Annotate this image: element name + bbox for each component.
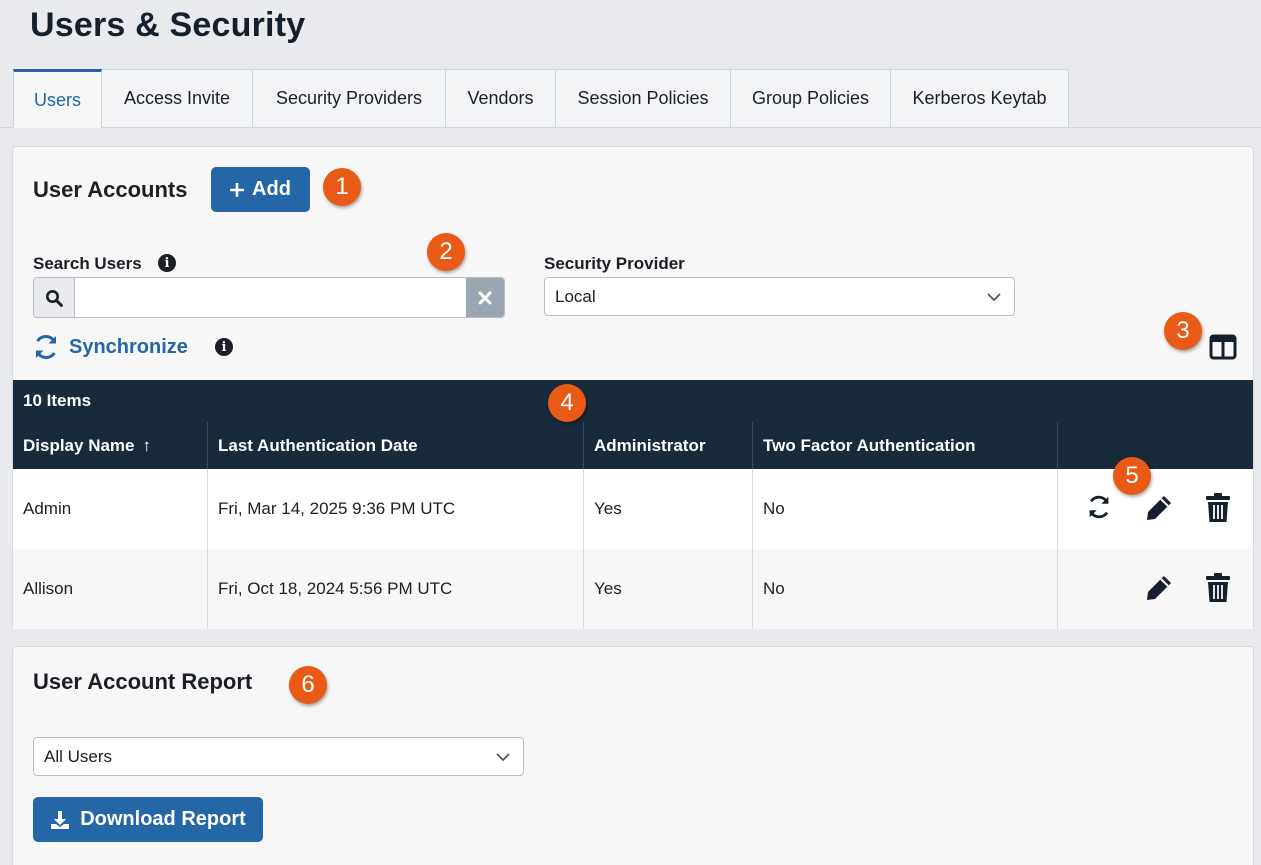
tab-session-policies[interactable]: Session Policies	[556, 69, 731, 127]
user-accounts-panel: User Accounts Add 1 Search Users i 2 Sec…	[12, 146, 1254, 629]
user-account-report-panel: User Account Report 6 All Users Download…	[12, 646, 1254, 865]
security-provider-value: Local	[555, 286, 596, 306]
plus-icon	[230, 182, 245, 197]
cell-display-name: Admin	[13, 469, 208, 549]
tab-security-providers[interactable]: Security Providers	[253, 69, 446, 127]
download-report-label: Download Report	[80, 808, 246, 830]
add-button-label: Add	[252, 178, 291, 200]
security-provider-label: Security Provider	[544, 254, 685, 273]
synchronize-link[interactable]: Synchronize	[31, 331, 188, 363]
search-users-input[interactable]	[75, 278, 465, 317]
column-header-actions	[1058, 422, 1253, 469]
tab-users[interactable]: Users	[13, 69, 102, 128]
callout-badge-4: 4	[548, 384, 586, 422]
sync-icon[interactable]	[1085, 493, 1113, 521]
cell-administrator: Yes	[584, 549, 753, 629]
sort-ascending-icon: ↑	[142, 435, 152, 455]
callout-badge-1: 1	[323, 168, 361, 206]
sync-icon	[35, 335, 57, 359]
synchronize-label: Synchronize	[69, 335, 188, 358]
user-accounts-title: User Accounts	[33, 177, 188, 202]
callout-badge-5: 5	[1113, 457, 1151, 495]
callout-badge-6: 6	[289, 666, 327, 704]
column-header-display-name[interactable]: Display Name ↑	[13, 422, 208, 469]
column-header-last-authentication[interactable]: Last Authentication Date	[208, 422, 584, 469]
tab-access-invite[interactable]: Access Invite	[102, 69, 253, 127]
cell-two-factor: No	[753, 549, 1058, 629]
column-header-label: Display Name	[23, 435, 135, 455]
tab-vendors[interactable]: Vendors	[446, 69, 556, 127]
users-table: 10 Items 4 Display Name ↑ Last Authentic…	[13, 380, 1253, 629]
tab-group-policies[interactable]: Group Policies	[731, 69, 891, 127]
cell-two-factor: No	[753, 469, 1058, 549]
chevron-down-icon	[987, 293, 1001, 302]
column-header-administrator[interactable]: Administrator	[584, 422, 753, 469]
table-header-row: Display Name ↑ Last Authentication Date …	[13, 422, 1253, 469]
table-row: Allison Fri, Oct 18, 2024 5:56 PM UTC Ye…	[13, 549, 1253, 629]
search-users-label: Search Users	[33, 254, 142, 273]
close-icon	[478, 291, 492, 304]
search-users-field	[33, 277, 505, 318]
info-icon[interactable]: i	[215, 338, 233, 356]
callout-badge-2: 2	[427, 233, 465, 271]
trash-icon[interactable]	[1205, 493, 1231, 523]
add-user-button[interactable]: Add	[211, 167, 310, 212]
page-title: Users & Security	[30, 6, 306, 44]
cell-last-authentication: Fri, Oct 18, 2024 5:56 PM UTC	[208, 549, 584, 629]
security-provider-select[interactable]: Local	[544, 277, 1015, 316]
column-header-two-factor[interactable]: Two Factor Authentication	[753, 422, 1058, 469]
report-title: User Account Report	[33, 669, 253, 694]
columns-icon[interactable]	[1209, 334, 1237, 360]
clear-search-button[interactable]	[466, 278, 504, 317]
download-icon	[51, 810, 70, 829]
cell-last-authentication: Fri, Mar 14, 2025 9:36 PM UTC	[208, 469, 584, 549]
callout-badge-3: 3	[1164, 312, 1202, 350]
trash-icon[interactable]	[1205, 573, 1231, 603]
chevron-down-icon	[496, 753, 510, 762]
cell-display-name: Allison	[13, 549, 208, 629]
download-report-button[interactable]: Download Report	[33, 797, 263, 842]
cell-actions: 5	[1058, 457, 1253, 549]
tab-bar: Users Access Invite Security Providers V…	[13, 69, 1069, 128]
info-icon[interactable]: i	[158, 254, 176, 272]
search-icon	[34, 278, 75, 317]
cell-administrator: Yes	[584, 469, 753, 549]
edit-icon[interactable]	[1144, 493, 1174, 523]
table-row: Admin Fri, Mar 14, 2025 9:36 PM UTC Yes …	[13, 457, 1253, 549]
cell-actions	[1058, 549, 1253, 629]
report-filter-select[interactable]: All Users	[33, 737, 524, 776]
report-filter-value: All Users	[44, 746, 113, 766]
edit-icon[interactable]	[1144, 573, 1174, 603]
tab-kerberos-keytab[interactable]: Kerberos Keytab	[891, 69, 1069, 127]
item-count: 10 Items	[13, 380, 1253, 422]
